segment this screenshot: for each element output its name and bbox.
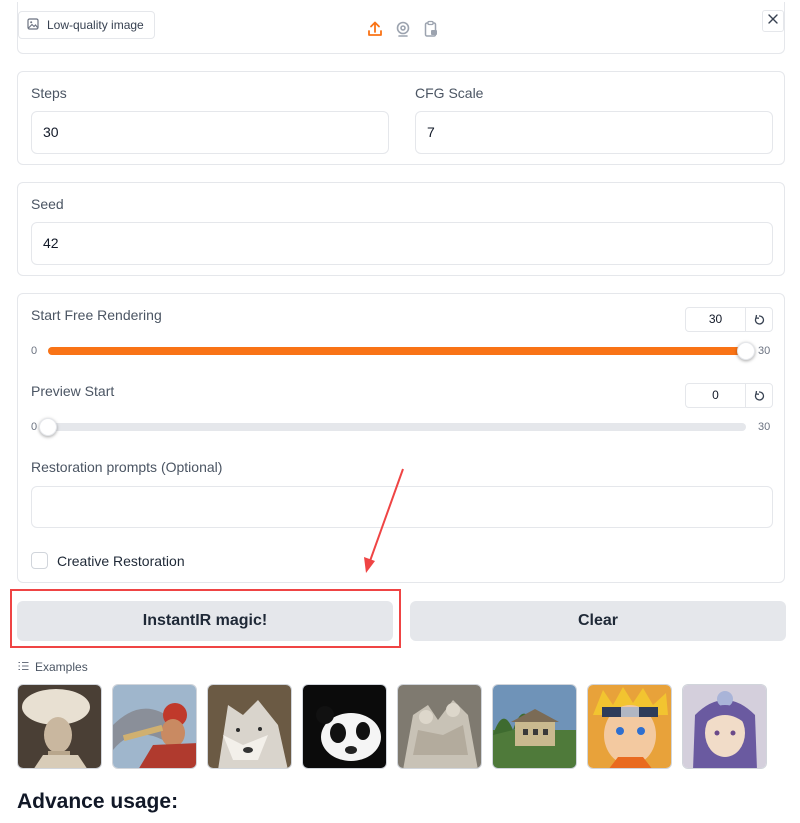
example-vintage-portrait[interactable] bbox=[17, 684, 102, 769]
example-stone-house[interactable] bbox=[492, 684, 577, 769]
example-konan[interactable] bbox=[682, 684, 767, 769]
list-icon bbox=[18, 660, 29, 674]
examples-label: Examples bbox=[35, 660, 88, 674]
instantir-magic-button[interactable]: InstantIR magic! bbox=[17, 601, 393, 641]
advance-usage-heading: Advance usage: bbox=[17, 790, 179, 813]
example-statue-relief[interactable] bbox=[397, 684, 482, 769]
examples-gallery bbox=[17, 684, 767, 769]
examples-header: Examples bbox=[18, 660, 88, 674]
example-panda[interactable] bbox=[302, 684, 387, 769]
example-naruto[interactable] bbox=[587, 684, 672, 769]
clear-button[interactable]: Clear bbox=[410, 601, 786, 641]
example-trumpet-player[interactable] bbox=[112, 684, 197, 769]
example-wolf[interactable] bbox=[207, 684, 292, 769]
